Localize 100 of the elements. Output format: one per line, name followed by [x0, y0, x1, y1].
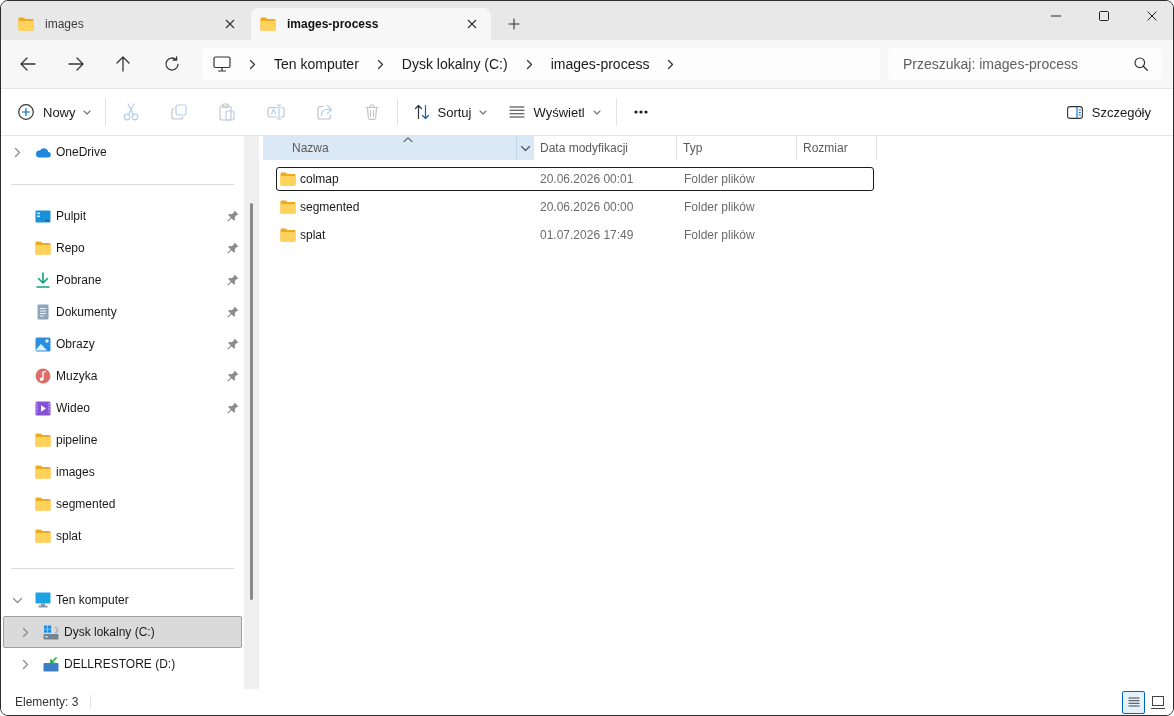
- view-button[interactable]: Wyświetl: [509, 104, 601, 120]
- close-icon[interactable]: [225, 19, 235, 29]
- file-row[interactable]: segmented 20.06.2026 00:00 Folder plików: [276, 195, 874, 219]
- folder-icon: [280, 200, 296, 214]
- chevron-right-icon[interactable]: [249, 58, 256, 70]
- breadcrumb-item[interactable]: images-process: [550, 56, 650, 72]
- folder-icon: [35, 433, 51, 447]
- folder-icon: [35, 465, 51, 479]
- file-row[interactable]: colmap 20.06.2026 00:01 Folder plików: [276, 167, 874, 191]
- picture-icon: [35, 336, 51, 352]
- folder-icon: [280, 172, 296, 186]
- folder-icon: [18, 17, 34, 31]
- caret-down-icon: [592, 109, 601, 115]
- monitor-icon: [35, 592, 51, 608]
- caret-down-icon: [82, 109, 91, 115]
- plus-icon[interactable]: [508, 18, 520, 30]
- folder-icon: [260, 17, 276, 31]
- sidebar-item[interactable]: pipeline: [3, 424, 242, 456]
- pin-icon[interactable]: [227, 402, 239, 414]
- column-header[interactable]: Typ: [677, 136, 797, 160]
- file-name: splat: [300, 228, 326, 242]
- sidebar-item[interactable]: Obrazy: [3, 328, 242, 360]
- sidebar-item[interactable]: Dokumenty: [3, 296, 242, 328]
- sidebar-item[interactable]: Pobrane: [3, 264, 242, 296]
- modified-date: 01.07.2026 17:49: [540, 228, 634, 242]
- pin-icon[interactable]: [227, 210, 239, 222]
- chevron-right-icon[interactable]: [525, 58, 533, 70]
- sidebar-item[interactable]: Dysk lokalny (C:): [3, 616, 242, 648]
- download-icon: [36, 272, 50, 288]
- plus-circle-icon: [18, 104, 34, 120]
- folder-icon: [35, 497, 51, 511]
- folder-icon: [35, 529, 51, 543]
- chevron-right-icon[interactable]: [667, 58, 675, 70]
- file-row[interactable]: splat 01.07.2026 17:49 Folder plików: [276, 223, 874, 247]
- breadcrumb-item[interactable]: Dysk lokalny (C:): [401, 56, 508, 72]
- modified-date: 20.06.2026 00:01: [540, 172, 634, 186]
- search-icon[interactable]: [1134, 57, 1148, 71]
- chevron-right-icon[interactable]: [376, 58, 384, 70]
- large-tile-icon: [1150, 695, 1165, 709]
- file-type: Folder plików: [684, 228, 755, 242]
- breadcrumb-item[interactable]: Ten komputer: [274, 56, 359, 72]
- cloud-icon: [35, 146, 51, 158]
- document-icon: [37, 304, 49, 320]
- modified-date: 20.06.2026 00:00: [540, 200, 634, 214]
- list-lines-icon: [1127, 697, 1140, 707]
- file-type: Folder plików: [684, 200, 755, 214]
- address-bar[interactable]: Ten komputer Dysk lokalny (C:) images-process: [202, 48, 880, 80]
- forward-arrow-icon[interactable]: [68, 57, 84, 71]
- caret-down-icon: [479, 109, 488, 115]
- pin-icon[interactable]: [227, 338, 239, 350]
- details-view-button[interactable]: [1122, 690, 1145, 714]
- sidebar-item[interactable]: DELLRESTORE (D:): [3, 648, 242, 680]
- sidebar-item[interactable]: Muzyka: [3, 360, 242, 392]
- video-icon: [35, 400, 51, 416]
- column-header[interactable]: Rozmiar: [797, 136, 877, 160]
- sidebar-item[interactable]: OneDrive: [3, 136, 242, 168]
- up-arrow-icon[interactable]: [116, 56, 130, 72]
- pin-icon[interactable]: [227, 242, 239, 254]
- sidebar-item[interactable]: Wideo: [3, 392, 242, 424]
- close-icon[interactable]: [1147, 11, 1157, 21]
- scrollbar-thumb[interactable]: [250, 203, 253, 600]
- close-icon[interactable]: [467, 19, 477, 29]
- side-panel-icon: [1066, 105, 1083, 119]
- pin-icon[interactable]: [227, 306, 239, 318]
- desktop-icon: [35, 209, 51, 223]
- sidebar-item[interactable]: Pulpit: [3, 200, 242, 232]
- column-header[interactable]: Nazwa: [263, 136, 534, 160]
- file-name: segmented: [300, 200, 360, 214]
- chevron-down-icon[interactable]: [519, 144, 531, 152]
- scrollbar[interactable]: [244, 136, 259, 689]
- sidebar-item[interactable]: Ten komputer: [3, 584, 242, 616]
- monitor-icon[interactable]: [213, 56, 231, 72]
- back-arrow-icon[interactable]: [20, 57, 36, 71]
- sidebar-item[interactable]: Repo: [3, 232, 242, 264]
- drive-icon: [43, 624, 59, 640]
- up-down-arrows-icon: [413, 104, 430, 120]
- column-header[interactable]: Data modyfikacji: [534, 136, 677, 160]
- file-type: Folder plików: [684, 172, 755, 186]
- file-name: colmap: [300, 172, 339, 186]
- item-count: Elementy: 3: [15, 695, 79, 709]
- sidebar-item[interactable]: segmented: [3, 488, 242, 520]
- folder-icon: [280, 228, 296, 242]
- maximize-icon[interactable]: [1099, 11, 1109, 21]
- folder-icon: [35, 241, 51, 255]
- pin-icon[interactable]: [227, 370, 239, 382]
- sidebar-item[interactable]: splat: [3, 520, 242, 552]
- search-field[interactable]: Przeszukaj: images-process: [888, 48, 1162, 80]
- sidebar-item[interactable]: images: [3, 456, 242, 488]
- new-button[interactable]: Nowy: [18, 104, 91, 120]
- refresh-icon[interactable]: [164, 56, 180, 72]
- more-icon[interactable]: [633, 110, 648, 114]
- drive-arrow-icon: [43, 656, 59, 672]
- list-lines-icon: [509, 106, 526, 118]
- sort-button[interactable]: Sortuj: [413, 104, 488, 120]
- chevron-down-icon[interactable]: [11, 596, 23, 604]
- tab[interactable]: images-process: [251, 8, 491, 40]
- pin-icon[interactable]: [227, 274, 239, 286]
- tab[interactable]: images: [9, 8, 249, 40]
- music-note-icon: [35, 368, 51, 384]
- details-button[interactable]: Szczegóły: [1066, 104, 1151, 120]
